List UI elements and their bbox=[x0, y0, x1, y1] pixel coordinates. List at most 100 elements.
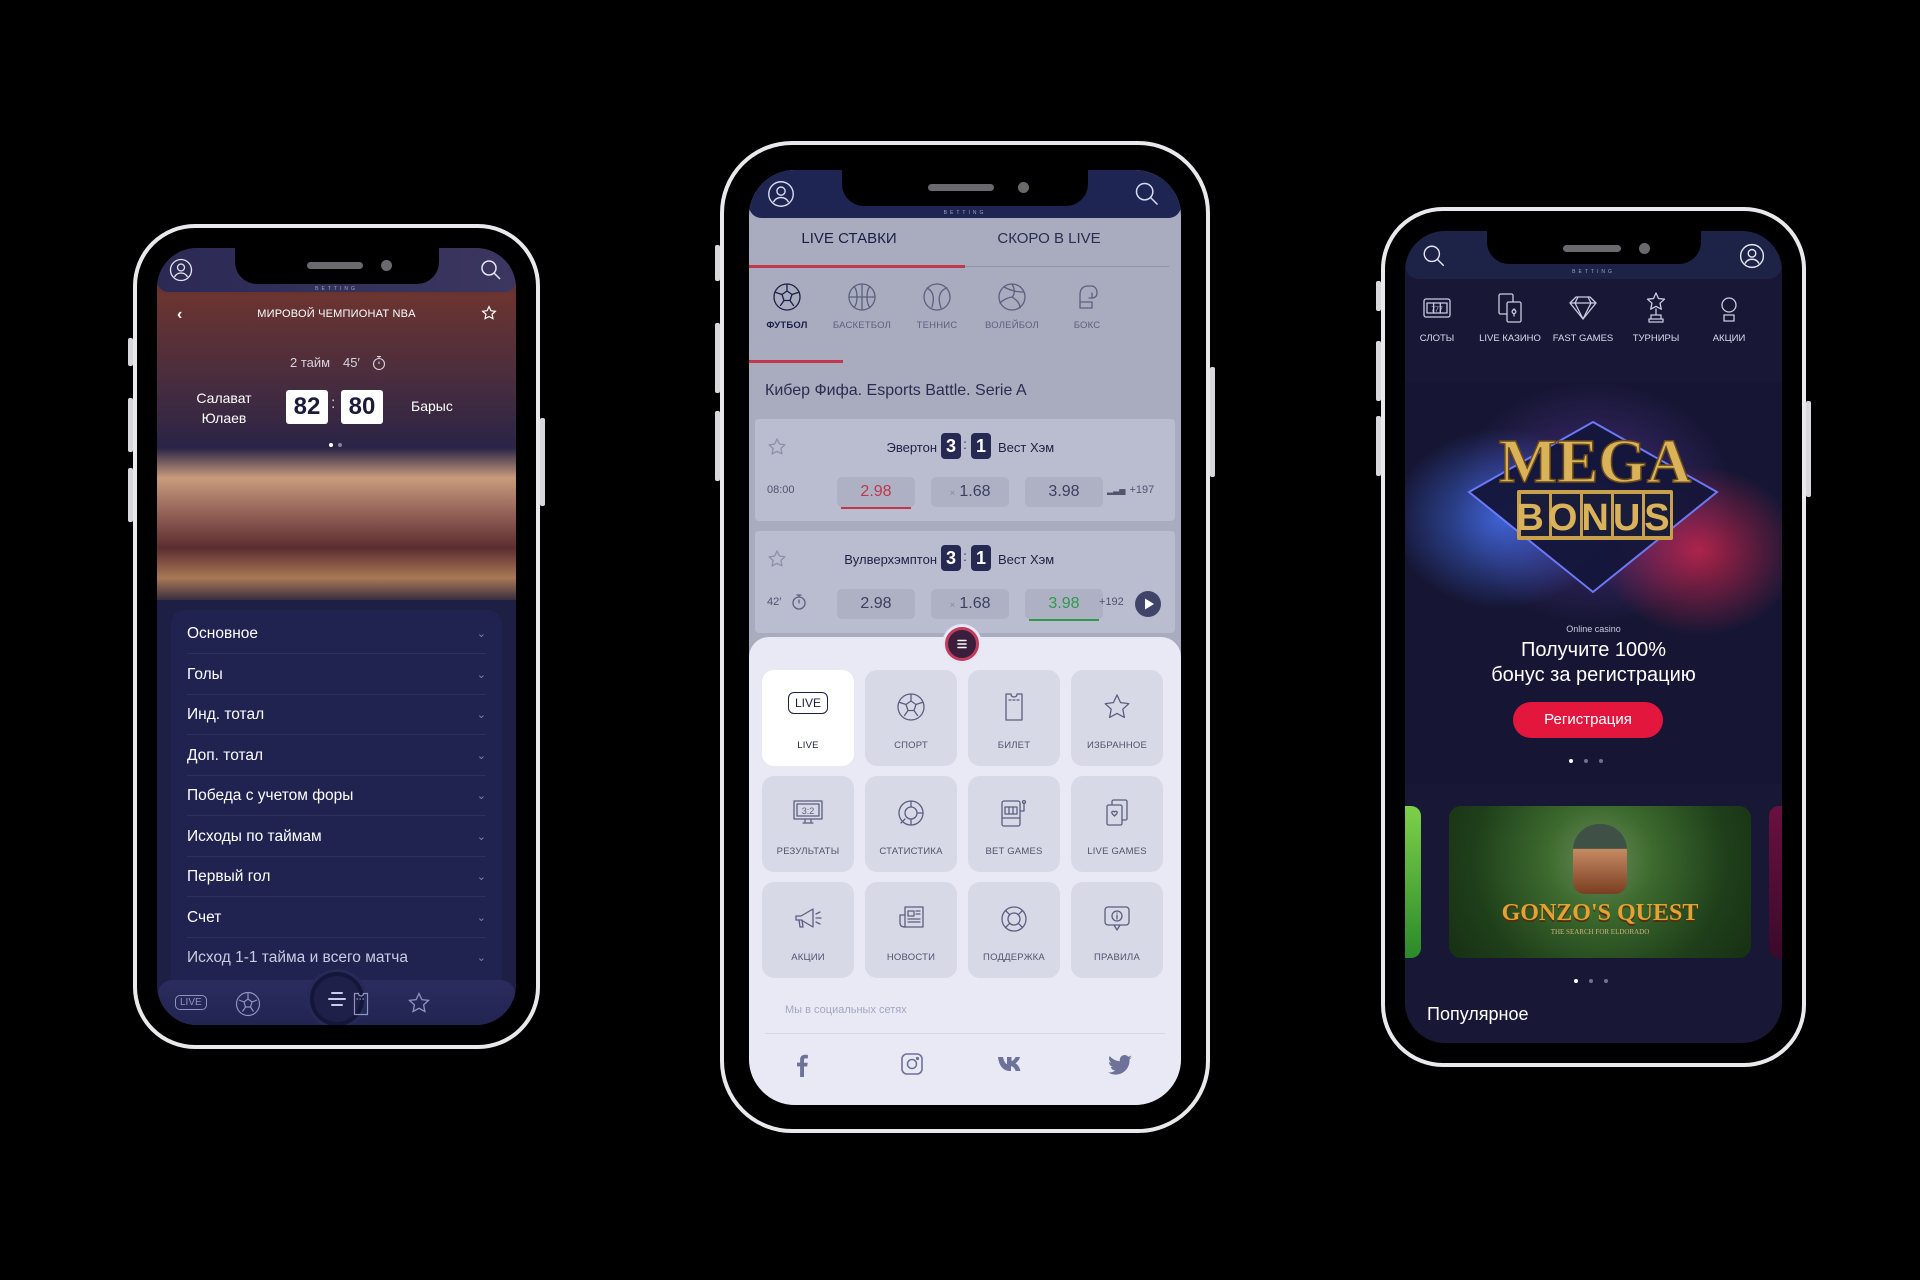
side-button bbox=[715, 245, 720, 281]
search-icon[interactable] bbox=[1421, 243, 1447, 269]
away-score: 1 bbox=[971, 433, 991, 459]
more-markets[interactable]: ▂▃▅ +197 bbox=[1107, 484, 1154, 496]
carousel-dot[interactable] bbox=[1589, 979, 1593, 983]
carousel-dot[interactable] bbox=[338, 443, 342, 447]
market-row[interactable]: Основное ⌄ bbox=[187, 614, 486, 654]
screen: BETTING ‹ МИРОВОЙ ЧЕМПИОНАТ NBA 2 тайм 4… bbox=[157, 248, 516, 1025]
match-card[interactable]: Вулверхэмптон 3 : 1 Вест Хэм 42′ 2.98 × 1.6… bbox=[755, 531, 1175, 633]
odd-value: 1.68 bbox=[959, 483, 991, 500]
market-label: Исходы по таймам bbox=[187, 827, 322, 845]
market-row[interactable]: Инд. тотал ⌄ bbox=[187, 695, 486, 735]
nav-live[interactable]: LIVE bbox=[175, 995, 207, 1010]
carousel-dot[interactable] bbox=[1604, 979, 1608, 983]
profile-icon[interactable] bbox=[1739, 243, 1765, 269]
profile-icon[interactable] bbox=[169, 258, 193, 282]
slot-reels-icon: 777 bbox=[1405, 291, 1475, 325]
match-time: 08:00 bbox=[767, 484, 795, 496]
side-button bbox=[540, 418, 545, 506]
game-card-next[interactable] bbox=[1769, 806, 1782, 958]
carousel-dot[interactable] bbox=[1599, 759, 1603, 763]
sport-tab-0[interactable]: ФУТБОЛ bbox=[751, 282, 823, 331]
register-button[interactable]: Регистрация bbox=[1513, 702, 1663, 738]
odd-button[interactable]: × 1.68 bbox=[931, 477, 1009, 507]
profile-icon[interactable] bbox=[767, 180, 795, 208]
phone-left: BETTING ‹ МИРОВОЙ ЧЕМПИОНАТ NBA 2 тайм 4… bbox=[128, 224, 545, 1049]
sport-tab-4[interactable]: БОКС bbox=[1051, 282, 1123, 331]
menu-tile-live-games[interactable]: LIVE GAMES bbox=[1071, 776, 1163, 872]
market-row[interactable]: Счет ⌄ bbox=[187, 898, 486, 938]
menu-tile-избранное[interactable]: ИЗБРАННОЕ bbox=[1071, 670, 1163, 766]
diamond-icon bbox=[1545, 291, 1621, 325]
search-icon[interactable] bbox=[1133, 180, 1161, 208]
category-label: СЛОТЫ bbox=[1419, 333, 1455, 344]
category-3[interactable]: ТУРНИРЫ bbox=[1618, 291, 1694, 344]
score-separator: : bbox=[963, 548, 967, 564]
odd-button[interactable]: × 1.68 bbox=[931, 589, 1009, 619]
nav-sport-soccer-icon[interactable] bbox=[235, 991, 261, 1017]
more-count: +197 bbox=[1129, 484, 1155, 496]
vk-icon[interactable] bbox=[998, 1056, 1026, 1072]
sport-tab-1[interactable]: БАСКЕТБОЛ bbox=[826, 282, 898, 331]
more-count[interactable]: +192 bbox=[1099, 596, 1124, 608]
instagram-icon[interactable] bbox=[901, 1053, 923, 1075]
category-label: ТУРНИРЫ bbox=[1632, 333, 1680, 344]
screen: BETTING 777 СЛОТЫ LIVE КАЗИНО FAST GAMES ТУР… bbox=[1405, 231, 1782, 1043]
menu-tile-билет[interactable]: БИЛЕТ bbox=[968, 670, 1060, 766]
sport-tab-3[interactable]: ВОЛЕЙБОЛ bbox=[976, 282, 1048, 331]
odd-button[interactable]: 2.98 bbox=[837, 477, 915, 509]
menu-sheet: LIVE LIVE СПОРТ БИЛЕТ ИЗБРАННОЕ 3:2 РЕЗУЛЬТАТЫ… bbox=[749, 637, 1181, 1105]
market-row[interactable]: Исходы по таймам ⌄ bbox=[187, 817, 486, 857]
odd-button[interactable]: 3.98 bbox=[1025, 477, 1103, 507]
menu-tile-статистика[interactable]: СТАТИСТИКА bbox=[865, 776, 957, 872]
market-row[interactable]: Победа с учетом форы ⌄ bbox=[187, 776, 486, 816]
menu-tile-результаты[interactable]: 3:2 РЕЗУЛЬТАТЫ bbox=[762, 776, 854, 872]
sport-tab-2[interactable]: ТЕННИС bbox=[901, 282, 973, 331]
market-row[interactable]: Доп. тотал ⌄ bbox=[187, 736, 486, 776]
game-card-prev[interactable] bbox=[1405, 806, 1421, 958]
favorite-star-icon[interactable] bbox=[481, 305, 497, 321]
twitter-icon[interactable] bbox=[1108, 1055, 1132, 1075]
favorite-star-icon[interactable] bbox=[767, 549, 787, 569]
menu-toggle-button[interactable] bbox=[945, 627, 979, 661]
menu-tile-спорт[interactable]: СПОРТ bbox=[865, 670, 957, 766]
chevron-down-icon: ⌄ bbox=[476, 911, 486, 924]
stopwatch-icon bbox=[791, 593, 807, 611]
market-row[interactable]: Первый гол ⌄ bbox=[187, 857, 486, 897]
market-label: Счет bbox=[187, 908, 222, 926]
category-0[interactable]: 777 СЛОТЫ bbox=[1405, 291, 1475, 344]
svg-text:3:2: 3:2 bbox=[802, 806, 815, 816]
market-row[interactable]: Голы ⌄ bbox=[187, 655, 486, 695]
svg-text:777: 777 bbox=[1431, 307, 1443, 314]
carousel-dot[interactable] bbox=[1584, 759, 1588, 763]
carousel-dot-active[interactable] bbox=[1569, 759, 1573, 763]
menu-tile-новости[interactable]: НОВОСТИ bbox=[865, 882, 957, 978]
search-icon[interactable] bbox=[479, 258, 503, 282]
away-team-name: Барыс bbox=[411, 398, 453, 414]
nav-ticket-icon[interactable] bbox=[353, 992, 369, 1016]
odd-button[interactable]: 3.98 bbox=[1025, 589, 1103, 621]
category-label: FAST GAMES bbox=[1552, 333, 1614, 344]
category-4[interactable]: АКЦИИ bbox=[1691, 291, 1767, 344]
carousel-dot-active[interactable] bbox=[329, 443, 333, 447]
match-card[interactable]: Эвертон 3 : 1 Вест Хэм 08:00 2.98 × 1.68 3.9… bbox=[755, 419, 1175, 521]
markets-list: Основное ⌄ Голы ⌄ Инд. тотал ⌄ Доп. тотал ⌄ Побе… bbox=[171, 610, 502, 1025]
menu-tile-bet-games[interactable]: BET GAMES bbox=[968, 776, 1060, 872]
category-1[interactable]: LIVE КАЗИНО bbox=[1472, 291, 1548, 344]
nav-favorites-star-icon[interactable] bbox=[407, 991, 431, 1015]
category-2[interactable]: FAST GAMES bbox=[1545, 291, 1621, 344]
menu-tile-live[interactable]: LIVE LIVE bbox=[762, 670, 854, 766]
game-subtitle: THE SEARCH FOR ELDORADO bbox=[1550, 928, 1650, 936]
chevron-down-icon: ⌄ bbox=[476, 668, 486, 681]
play-video-icon[interactable] bbox=[1135, 591, 1161, 617]
tab-live-bets[interactable]: LIVE СТАВКИ bbox=[749, 230, 949, 247]
mega-bonus-banner[interactable]: MEGA BONUS Online casino Получите 100% б… bbox=[1405, 382, 1782, 784]
menu-tile-акции[interactable]: АКЦИИ bbox=[762, 882, 854, 978]
menu-tile-поддержка[interactable]: ПОДДЕРЖКА bbox=[968, 882, 1060, 978]
facebook-icon[interactable] bbox=[795, 1053, 809, 1077]
odd-button[interactable]: 2.98 bbox=[837, 589, 915, 619]
game-card-gonzos-quest[interactable]: GONZO'S QUEST THE SEARCH FOR ELDORADO bbox=[1449, 806, 1751, 958]
menu-tile-правила[interactable]: ПРАВИЛА bbox=[1071, 882, 1163, 978]
tab-soon-live[interactable]: СКОРО В LIVE bbox=[949, 230, 1149, 247]
favorite-star-icon[interactable] bbox=[767, 437, 787, 457]
carousel-dot-active[interactable] bbox=[1574, 979, 1578, 983]
